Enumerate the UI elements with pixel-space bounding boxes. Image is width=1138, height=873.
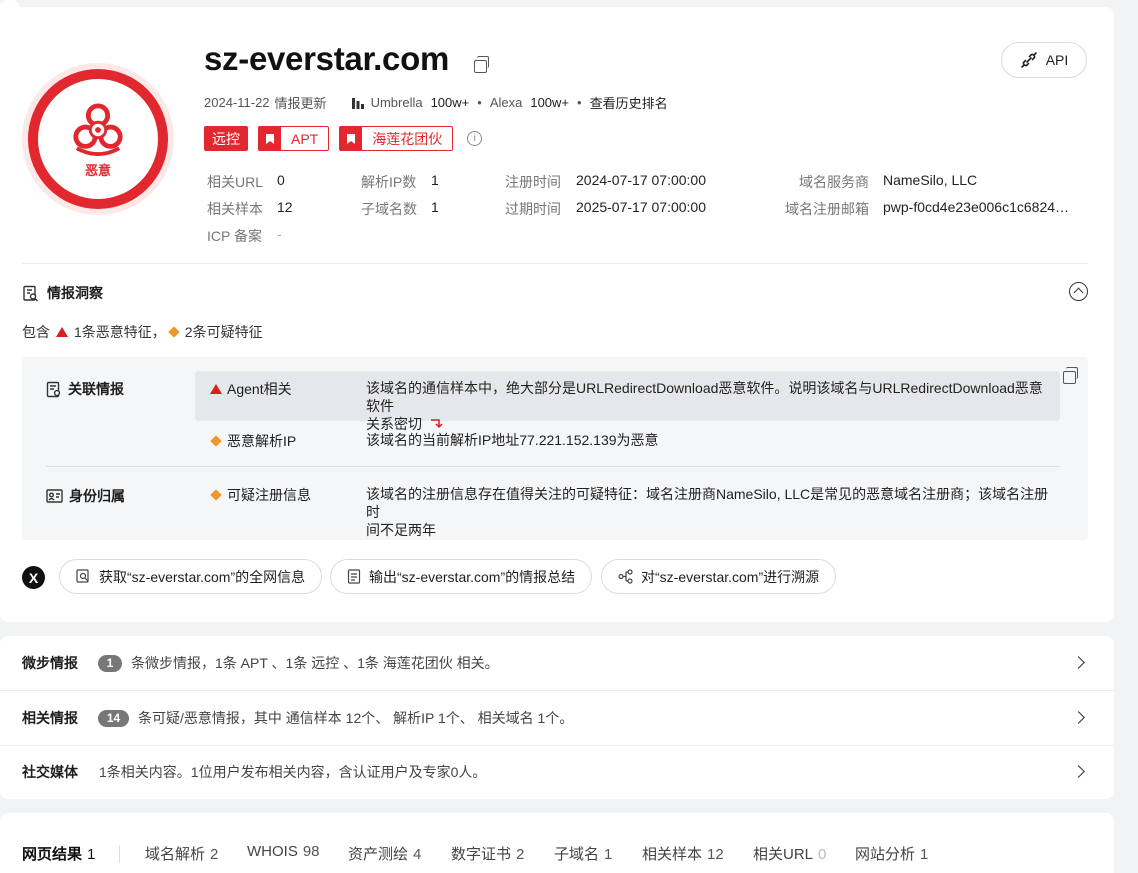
expiration-time: 过期时间 2025-07-17 07:00:00 xyxy=(505,199,706,217)
malicious-icon xyxy=(56,327,68,337)
update-date: 2024-11-22 xyxy=(204,95,270,110)
umbrella-label: Umbrella xyxy=(370,95,423,110)
registration-time: 注册时间 2024-07-17 07:00:00 xyxy=(505,172,706,190)
subdomain-count: 子域名数 1 xyxy=(361,199,439,217)
chevron-right-icon xyxy=(1072,656,1085,669)
related-url: 相关URL 0 xyxy=(207,172,285,190)
bookmark-icon xyxy=(340,127,363,150)
count-badge: 1 xyxy=(98,654,122,672)
tag-list: 远控 APT 海莲花团伙 i xyxy=(204,126,483,151)
category-related-intel: 关联情报 xyxy=(46,379,124,399)
tab-web-results[interactable]: 网页结果 1 xyxy=(22,843,95,864)
biohazard-icon xyxy=(73,102,123,156)
suspicious-icon xyxy=(210,489,222,501)
divider xyxy=(46,466,1060,467)
domain-title: sz-everstar.com xyxy=(204,40,449,77)
threat-level-badge: 恶意 xyxy=(22,63,174,215)
tab-whois[interactable]: WHOIS 98 xyxy=(247,843,320,860)
threat-level-label: 恶意 xyxy=(84,162,111,178)
feature-suspicious-registration-desc: 该域名的注册信息存在值得关注的可疑特征：域名注册商NameSilo, LLC是常… xyxy=(366,486,1049,538)
tag-label: 海莲花团伙 xyxy=(372,130,443,147)
feature-agent: Agent相关 xyxy=(210,379,292,399)
related-url-value[interactable]: 0 xyxy=(277,172,285,188)
trace-source-button[interactable]: 对“sz-everstar.com”进行溯源 xyxy=(601,559,837,594)
graph-icon xyxy=(618,569,633,584)
update-label: 情报更新 xyxy=(274,96,327,111)
registrant-email-value: pwp-f0cd4e23e006c1c6824… xyxy=(883,199,1070,215)
registrar: 域名服务商 NameSilo, LLC xyxy=(799,172,978,190)
history-rank-link[interactable]: 查看历史排名 xyxy=(590,93,668,112)
search-document-icon xyxy=(76,569,89,583)
tag-remote-control[interactable]: 远控 xyxy=(204,126,248,151)
copy-icon[interactable] xyxy=(1063,367,1078,384)
tab-asset-mapping[interactable]: 资产测绘 4 xyxy=(348,843,421,864)
resolve-ip-value[interactable]: 1 xyxy=(431,172,439,188)
related-sample-value[interactable]: 12 xyxy=(277,199,293,215)
divider xyxy=(22,263,1088,264)
arrow-down-right-icon xyxy=(430,419,443,429)
document-icon xyxy=(46,381,61,397)
api-button[interactable]: API xyxy=(1001,42,1087,78)
malicious-icon xyxy=(210,384,222,394)
fetch-all-info-button[interactable]: 获取“sz-everstar.com”的全网信息 xyxy=(59,559,323,594)
tab-certificates[interactable]: 数字证书 2 xyxy=(451,843,524,864)
summary-card: 微步情报 1 条微步情报，1条 APT 、1条 远控 、1条 海莲花团伙 相关。… xyxy=(0,636,1114,799)
separator-dot: • xyxy=(577,95,582,110)
summary-row-threatbook[interactable]: 微步情报 1 条微步情报，1条 APT 、1条 远控 、1条 海莲花团伙 相关。 xyxy=(0,636,1114,690)
x-logo-icon: X xyxy=(22,566,45,589)
umbrella-rank: 100w+ xyxy=(430,95,470,110)
chevron-right-icon xyxy=(1072,765,1085,778)
document-icon xyxy=(347,569,361,584)
info-icon[interactable]: i xyxy=(467,131,483,146)
expiration-time-value: 2025-07-17 07:00:00 xyxy=(576,199,706,215)
api-label: API xyxy=(1045,52,1069,68)
link-icon xyxy=(1020,52,1037,68)
registrant-email: 域名注册邮箱 pwp-f0cd4e23e006c1c6824… xyxy=(785,199,1070,217)
suspicious-icon xyxy=(210,435,222,447)
feature-agent-desc: 该域名的通信样本中，绝大部分是URLRedirectDownload恶意软件。说… xyxy=(366,380,1043,432)
registration-time-value: 2024-07-17 07:00:00 xyxy=(576,172,706,188)
tab-separator xyxy=(119,845,120,863)
separator-dot: • xyxy=(477,95,482,110)
bar-chart-icon xyxy=(351,98,364,109)
count-badge: 14 xyxy=(98,709,129,727)
related-sample: 相关样本 12 xyxy=(207,199,293,217)
tab-subdomains[interactable]: 子域名 1 xyxy=(554,843,612,864)
alexa-label: Alexa xyxy=(489,95,523,110)
tab-related-urls[interactable]: 相关URL 0 xyxy=(753,843,826,864)
insight-panel: 关联情报 Agent相关 该域名的通信样本中，绝大部分是URLRedirectD… xyxy=(22,357,1088,540)
insight-counts: 包含 1条恶意特征， 2条可疑特征 xyxy=(22,324,263,340)
summary-row-social[interactable]: 社交媒体 1条相关内容。1位用户发布相关内容，含认证用户及专家0人。 xyxy=(0,745,1114,799)
report-icon xyxy=(23,285,38,301)
chevron-right-icon xyxy=(1072,711,1085,724)
tag-apt[interactable]: APT xyxy=(258,126,330,151)
tag-oceanlotus[interactable]: 海莲花团伙 xyxy=(339,126,454,151)
bookmark-icon xyxy=(259,127,281,150)
icp-record: ICP 备案 - xyxy=(207,226,282,244)
resolve-ip-count: 解析IP数 1 xyxy=(361,172,439,190)
copy-icon[interactable] xyxy=(474,56,489,73)
tab-dns[interactable]: 域名解析 2 xyxy=(145,843,218,864)
meta-row: 2024-11-22 情报更新 Umbrella 100w+ • Alexa 1… xyxy=(204,93,668,112)
tab-related-samples[interactable]: 相关样本 12 xyxy=(642,843,724,864)
export-summary-button[interactable]: 输出“sz-everstar.com”的情报总结 xyxy=(330,559,593,594)
alexa-rank: 100w+ xyxy=(530,95,570,110)
tab-site-analysis[interactable]: 网站分析 1 xyxy=(855,843,928,864)
registrar-value: NameSilo, LLC xyxy=(883,172,978,188)
id-card-icon xyxy=(46,489,63,503)
feature-suspicious-registration: 可疑注册信息 xyxy=(210,485,311,505)
tag-label: APT xyxy=(291,130,319,147)
category-identity: 身份归属 xyxy=(46,486,125,506)
subdomain-value[interactable]: 1 xyxy=(431,199,439,215)
feature-malicious-ip-desc: 该域名的当前解析IP地址77.221.152.139为恶意 xyxy=(366,432,659,448)
insight-section-title: 情报洞察 xyxy=(22,283,103,303)
summary-row-related[interactable]: 相关情报 14 条可疑/恶意情报，其中 通信样本 12个、 解析IP 1个、 相… xyxy=(0,691,1114,745)
icp-value: - xyxy=(277,226,282,242)
suspicious-icon xyxy=(168,326,180,338)
collapse-icon[interactable] xyxy=(1069,282,1088,301)
feature-malicious-ip: 恶意解析IP xyxy=(210,431,296,451)
